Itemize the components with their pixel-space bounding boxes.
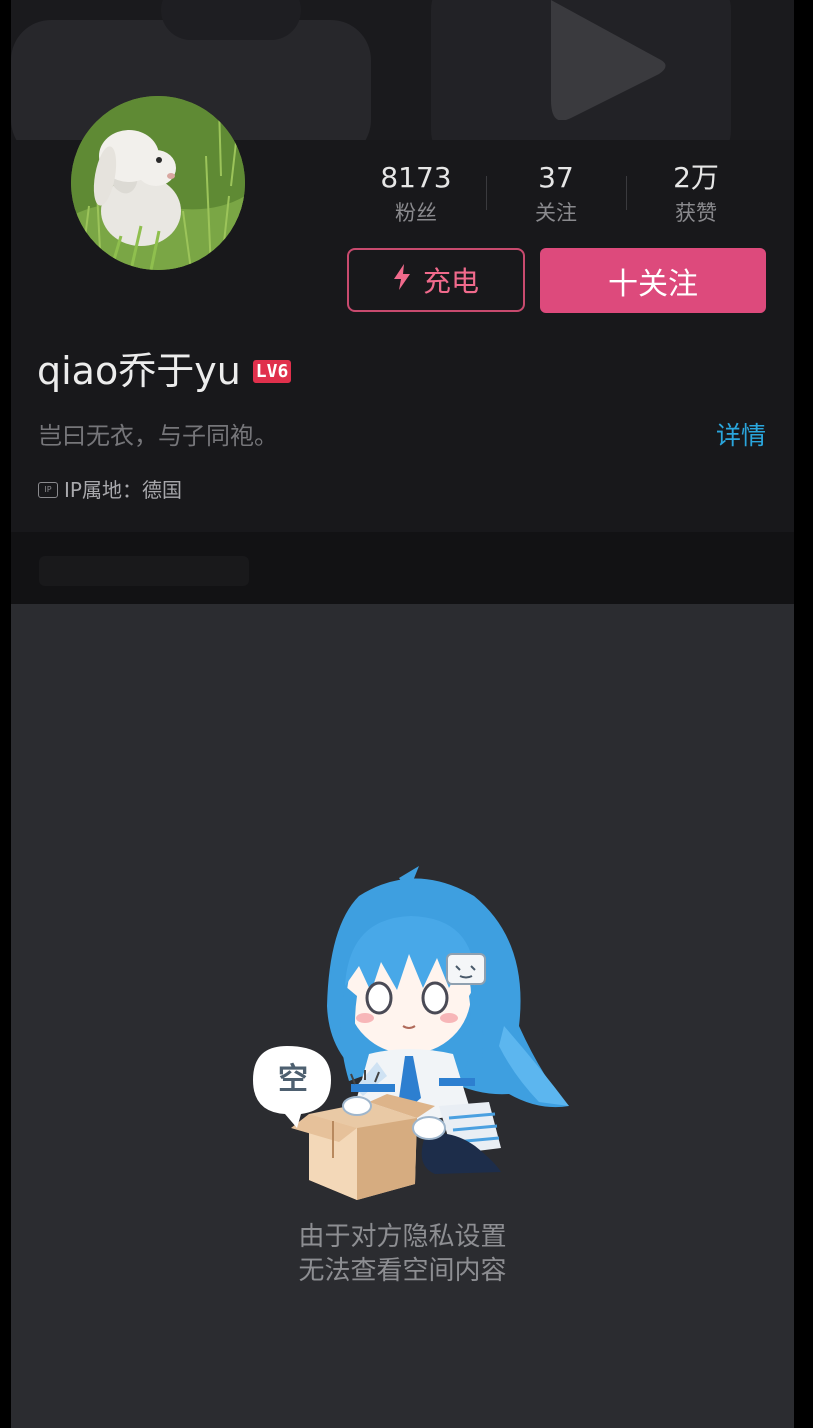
following-label: 关注 [535,201,577,225]
content-tabbar [11,532,794,604]
privacy-message: 由于对方隐私设置 无法查看空间内容 [11,1220,794,1288]
profile-header: 8173 粉丝 37 关注 2万 获赞 充电 十关注 qiao乔于yu LV6 [11,96,794,532]
stat-likes[interactable]: 2万 获赞 [626,158,766,228]
stats-row: 8173 粉丝 37 关注 2万 获赞 [346,158,766,228]
likes-label: 获赞 [675,201,717,225]
username: qiao乔于yu [37,349,241,393]
privacy-line-2: 无法查看空间内容 [298,1256,507,1286]
privacy-line-1: 由于对方隐私设置 [298,1222,507,1252]
likes-count: 2万 [673,161,719,194]
stat-following[interactable]: 37 关注 [486,158,626,228]
empty-illustration: 空 [239,866,571,1214]
charge-button[interactable]: 充电 [347,248,525,312]
following-count: 37 [538,161,574,194]
name-row: qiao乔于yu LV6 [37,346,292,396]
bio-text: 岂曰无衣，与子同袍。 [38,422,278,450]
ip-icon: IP [38,482,58,498]
level-badge: LV6 [252,359,292,383]
avatar[interactable] [71,96,245,270]
fans-count: 8173 [380,161,452,194]
right-edge [794,0,813,1428]
speech-bubble-text: 空 [278,1062,308,1097]
ip-location: IP IP属地：德国 [38,476,182,504]
follow-button[interactable]: 十关注 [540,248,766,313]
lightning-icon [393,263,423,297]
follow-label: 十关注 [608,266,698,302]
stat-fans[interactable]: 8173 粉丝 [346,158,486,228]
left-edge [0,0,11,1428]
fans-label: 粉丝 [395,201,437,225]
app-screen: 8173 粉丝 37 关注 2万 获赞 充电 十关注 qiao乔于yu LV6 [11,0,794,1428]
detail-link[interactable]: 详情 [716,418,766,454]
charge-label: 充电 [422,265,479,298]
empty-state: 空 由于对方隐私设置 无法查看空间内容 [11,604,794,1428]
ip-location-text: IP属地：德国 [64,478,182,502]
